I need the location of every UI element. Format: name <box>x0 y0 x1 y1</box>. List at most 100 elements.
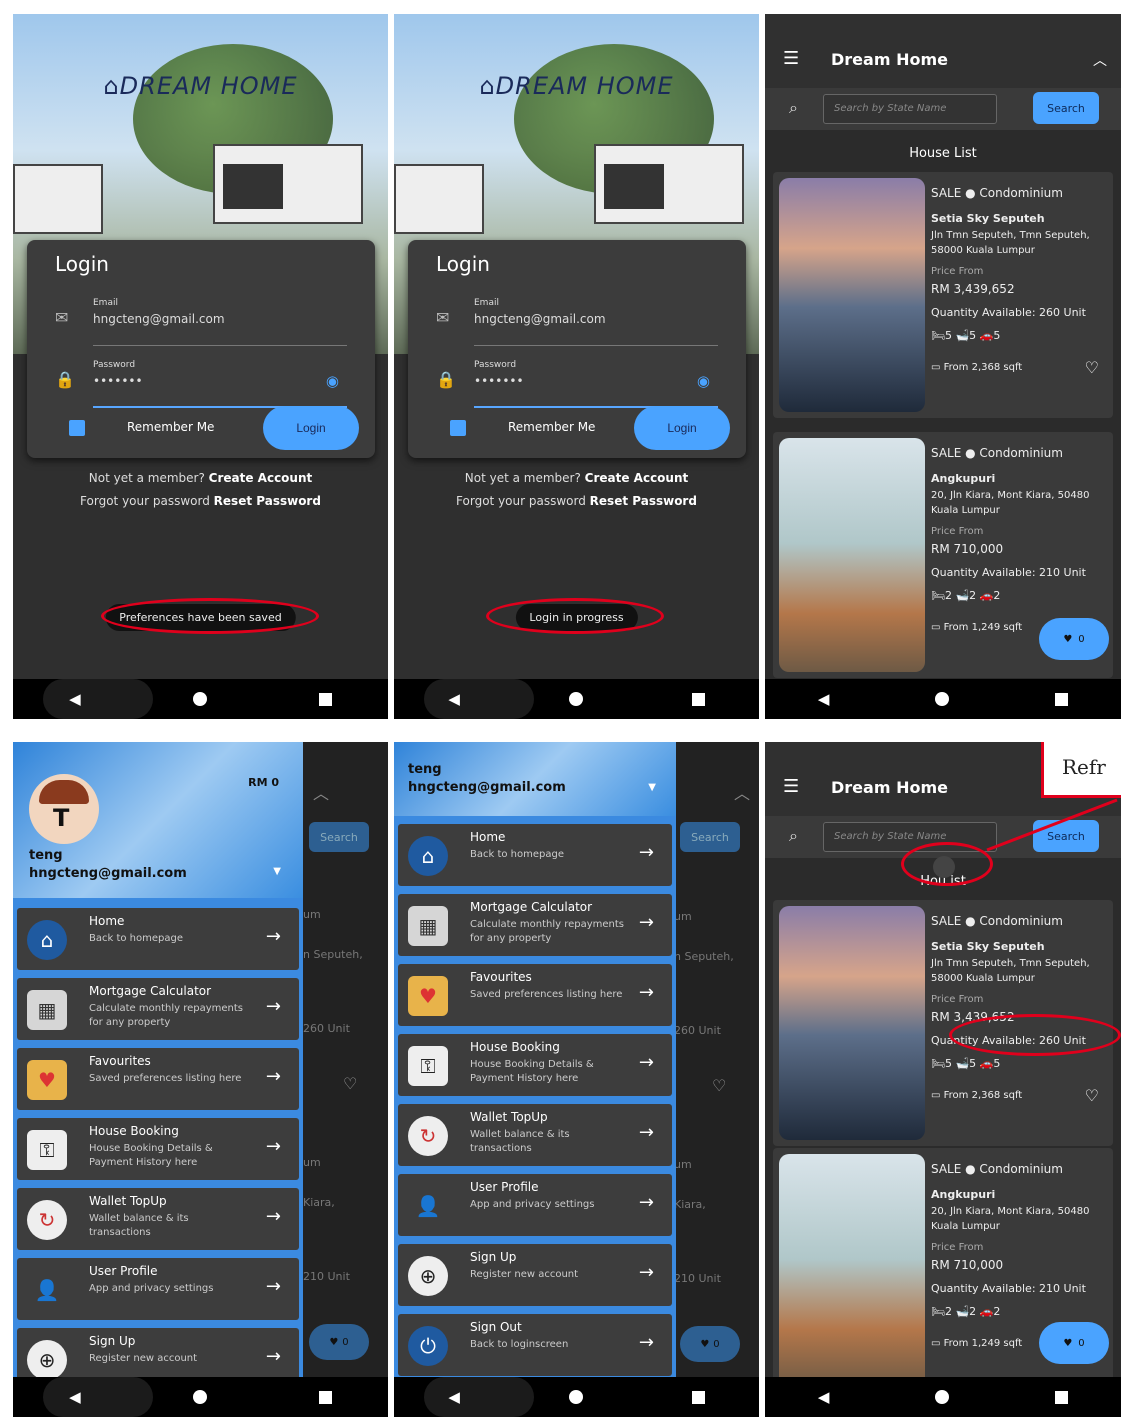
drawer-item-home[interactable]: ⌂ Home Back to homepage → <box>17 908 299 970</box>
create-account-link[interactable]: Create Account <box>585 471 689 485</box>
arrow-right-icon: → <box>638 1332 654 1353</box>
amenities: 🛏5 🛁5 🚗5 <box>931 329 1001 342</box>
back-icon[interactable]: ◀ <box>69 690 81 708</box>
recents-icon[interactable] <box>691 692 705 706</box>
recents-icon[interactable] <box>1055 1390 1069 1404</box>
drawer-item-profile[interactable]: 👤 User Profile App and privacy settings → <box>398 1174 672 1236</box>
home-circle-icon[interactable] <box>935 692 950 706</box>
nav-drawer: teng hngcteng@gmail.com ▼ ⌂ Home Back to h… <box>394 742 676 1377</box>
login-title: Login <box>436 252 490 276</box>
system-navbar: ◀ <box>394 679 759 719</box>
system-navbar: ◀ <box>13 679 388 719</box>
home-circle-icon[interactable] <box>568 1390 583 1404</box>
create-account-link[interactable]: Create Account <box>209 471 313 485</box>
panel-house-list: ☰ Dream Home ︿ ⌕ Search by State Name Se… <box>765 14 1121 719</box>
favourite-icon[interactable]: ♡ <box>1085 1086 1099 1105</box>
reset-password-link[interactable]: Reset Password <box>590 494 697 508</box>
dropdown-icon[interactable]: ▼ <box>273 866 281 877</box>
menu-icon[interactable]: ☰ <box>783 48 799 69</box>
recents-icon[interactable] <box>318 692 332 706</box>
user-email: hngcteng@gmail.com <box>408 780 566 795</box>
home-circle-icon[interactable] <box>192 1390 207 1404</box>
drawer-item-favourites[interactable]: ♥ Favourites Saved preferences listing her… <box>398 964 672 1026</box>
price-label: Price From <box>931 266 984 277</box>
home-icon: ⌂ <box>408 836 448 876</box>
remember-label: Remember Me <box>127 420 215 434</box>
remember-checkbox[interactable] <box>69 420 85 436</box>
login-button[interactable]: Login <box>263 406 359 450</box>
user-settings-icon: 👤 <box>415 1194 441 1218</box>
lock-icon: 🔒 <box>436 370 456 389</box>
chevron-up-icon[interactable]: ︿ <box>1093 50 1107 70</box>
drawer-header: T RM 0 teng hngcteng@gmail.com ▼ <box>13 742 303 898</box>
home-circle-icon[interactable] <box>935 1390 950 1404</box>
drawer-item-signout[interactable]: ⏻ Sign Out Back to loginscreen → <box>398 1314 672 1376</box>
back-icon[interactable]: ◀ <box>448 690 460 708</box>
amenities: 🛏2 🛁2 🚗2 <box>931 589 1001 602</box>
reset-password-link[interactable]: Reset Password <box>214 494 321 508</box>
arrow-right-icon: → <box>265 926 281 947</box>
key-document-icon: ⚿ <box>27 1130 67 1170</box>
amenities: 🛏5 🛁5 🚗5 <box>931 1057 1001 1070</box>
password-field[interactable]: 🔒 Password ••••••• ◉ <box>55 360 347 408</box>
house-address: 20, Jln Kiara, Mont Kiara, 50480 Kuala L… <box>931 1206 1090 1232</box>
mail-icon: ✉ <box>55 308 69 327</box>
remember-checkbox[interactable] <box>450 420 466 436</box>
drawer-item-mortgage[interactable]: ▦ Mortgage Calculator Calculate monthly re… <box>398 894 672 956</box>
forgot-text: Forgot your password Reset Password <box>456 494 697 508</box>
drawer-item-mortgage[interactable]: ▦ Mortgage Calculator Calculate monthly re… <box>17 978 299 1040</box>
favourite-icon[interactable]: ♡ <box>1085 358 1099 377</box>
email-field[interactable]: ✉ Email hngcteng@gmail.com <box>436 298 718 346</box>
back-icon[interactable]: ◀ <box>448 1388 460 1406</box>
home-circle-icon[interactable] <box>192 692 207 706</box>
house-area: ▭ From 2,368 sqft <box>931 362 1023 373</box>
drawer-item-home[interactable]: ⌂ Home Back to homepage → <box>398 824 672 886</box>
drawer-item-signup[interactable]: ⊕ Sign Up Register new account → <box>17 1328 299 1377</box>
back-icon[interactable]: ◀ <box>818 690 830 708</box>
key-document-icon: ⚿ <box>408 1046 448 1086</box>
favourites-fab[interactable]: ♥ 0 <box>1039 1322 1109 1364</box>
house-card[interactable]: SALE ● Condominium Setia Sky Seputeh Jln… <box>773 172 1113 418</box>
back-icon[interactable]: ◀ <box>69 1388 81 1406</box>
favourites-fab[interactable]: ♥ 0 <box>1039 618 1109 660</box>
drawer-item-favourites[interactable]: ♥ Favourites Saved preferences listing her… <box>17 1048 299 1110</box>
email-field[interactable]: ✉ Email hngcteng@gmail.com <box>55 298 347 346</box>
dropdown-icon[interactable]: ▼ <box>648 782 656 793</box>
visibility-off-icon[interactable]: ◉ <box>326 372 339 390</box>
home-circle-icon[interactable] <box>568 692 583 706</box>
drawer-item-wallet[interactable]: ↻ Wallet TopUp Wallet balance & its transa… <box>398 1104 672 1166</box>
listing-type: SALE ● Condominium <box>931 446 1063 460</box>
drawer-item-booking[interactable]: ⚿ House Booking House Booking Details & Pa… <box>398 1034 672 1096</box>
home-icon: ⌂ <box>27 920 67 960</box>
wallet-icon: ↻ <box>408 1116 448 1156</box>
calculator-icon: ▦ <box>27 990 67 1030</box>
system-navbar: ◀ <box>765 679 1121 719</box>
drawer-item-wallet[interactable]: ↻ Wallet TopUp Wallet balance & its transa… <box>17 1188 299 1250</box>
system-navbar: ◀ <box>765 1377 1121 1417</box>
search-input[interactable]: Search by State Name <box>823 94 997 124</box>
password-field[interactable]: 🔒 Password ••••••• ◉ <box>436 360 718 408</box>
house-area: ▭ From 1,249 sqft <box>931 622 1023 633</box>
panel-login-saved: ⌂DREAM HOME Login ✉ Email hngcteng@gmail… <box>13 14 388 719</box>
login-button[interactable]: Login <box>634 406 730 450</box>
wallet-balance: RM 0 <box>248 776 279 789</box>
drawer-item-profile[interactable]: 👤 User Profile App and privacy settings → <box>17 1258 299 1320</box>
recents-icon[interactable] <box>318 1390 332 1404</box>
arrow-right-icon: → <box>265 1136 281 1157</box>
recents-icon[interactable] <box>691 1390 705 1404</box>
house-quantity: Quantity Available: 210 Unit <box>931 566 1086 579</box>
recents-icon[interactable] <box>1055 692 1069 706</box>
drawer-item-booking[interactable]: ⚿ House Booking House Booking Details & Pa… <box>17 1118 299 1180</box>
price-label: Price From <box>931 994 984 1005</box>
house-name: Setia Sky Seputeh <box>931 212 1045 225</box>
mail-icon: ✉ <box>436 308 450 327</box>
drawer-item-signup[interactable]: ⊕ Sign Up Register new account → <box>398 1244 672 1306</box>
annotation-oval <box>101 598 319 634</box>
forgot-text: Forgot your password Reset Password <box>80 494 321 508</box>
search-button[interactable]: Search <box>1033 92 1099 124</box>
price-label: Price From <box>931 1242 984 1253</box>
back-icon[interactable]: ◀ <box>818 1388 830 1406</box>
price-label: Price From <box>931 526 984 537</box>
visibility-off-icon[interactable]: ◉ <box>697 372 710 390</box>
app-bar: ☰ Dream Home ︿ <box>765 14 1121 94</box>
